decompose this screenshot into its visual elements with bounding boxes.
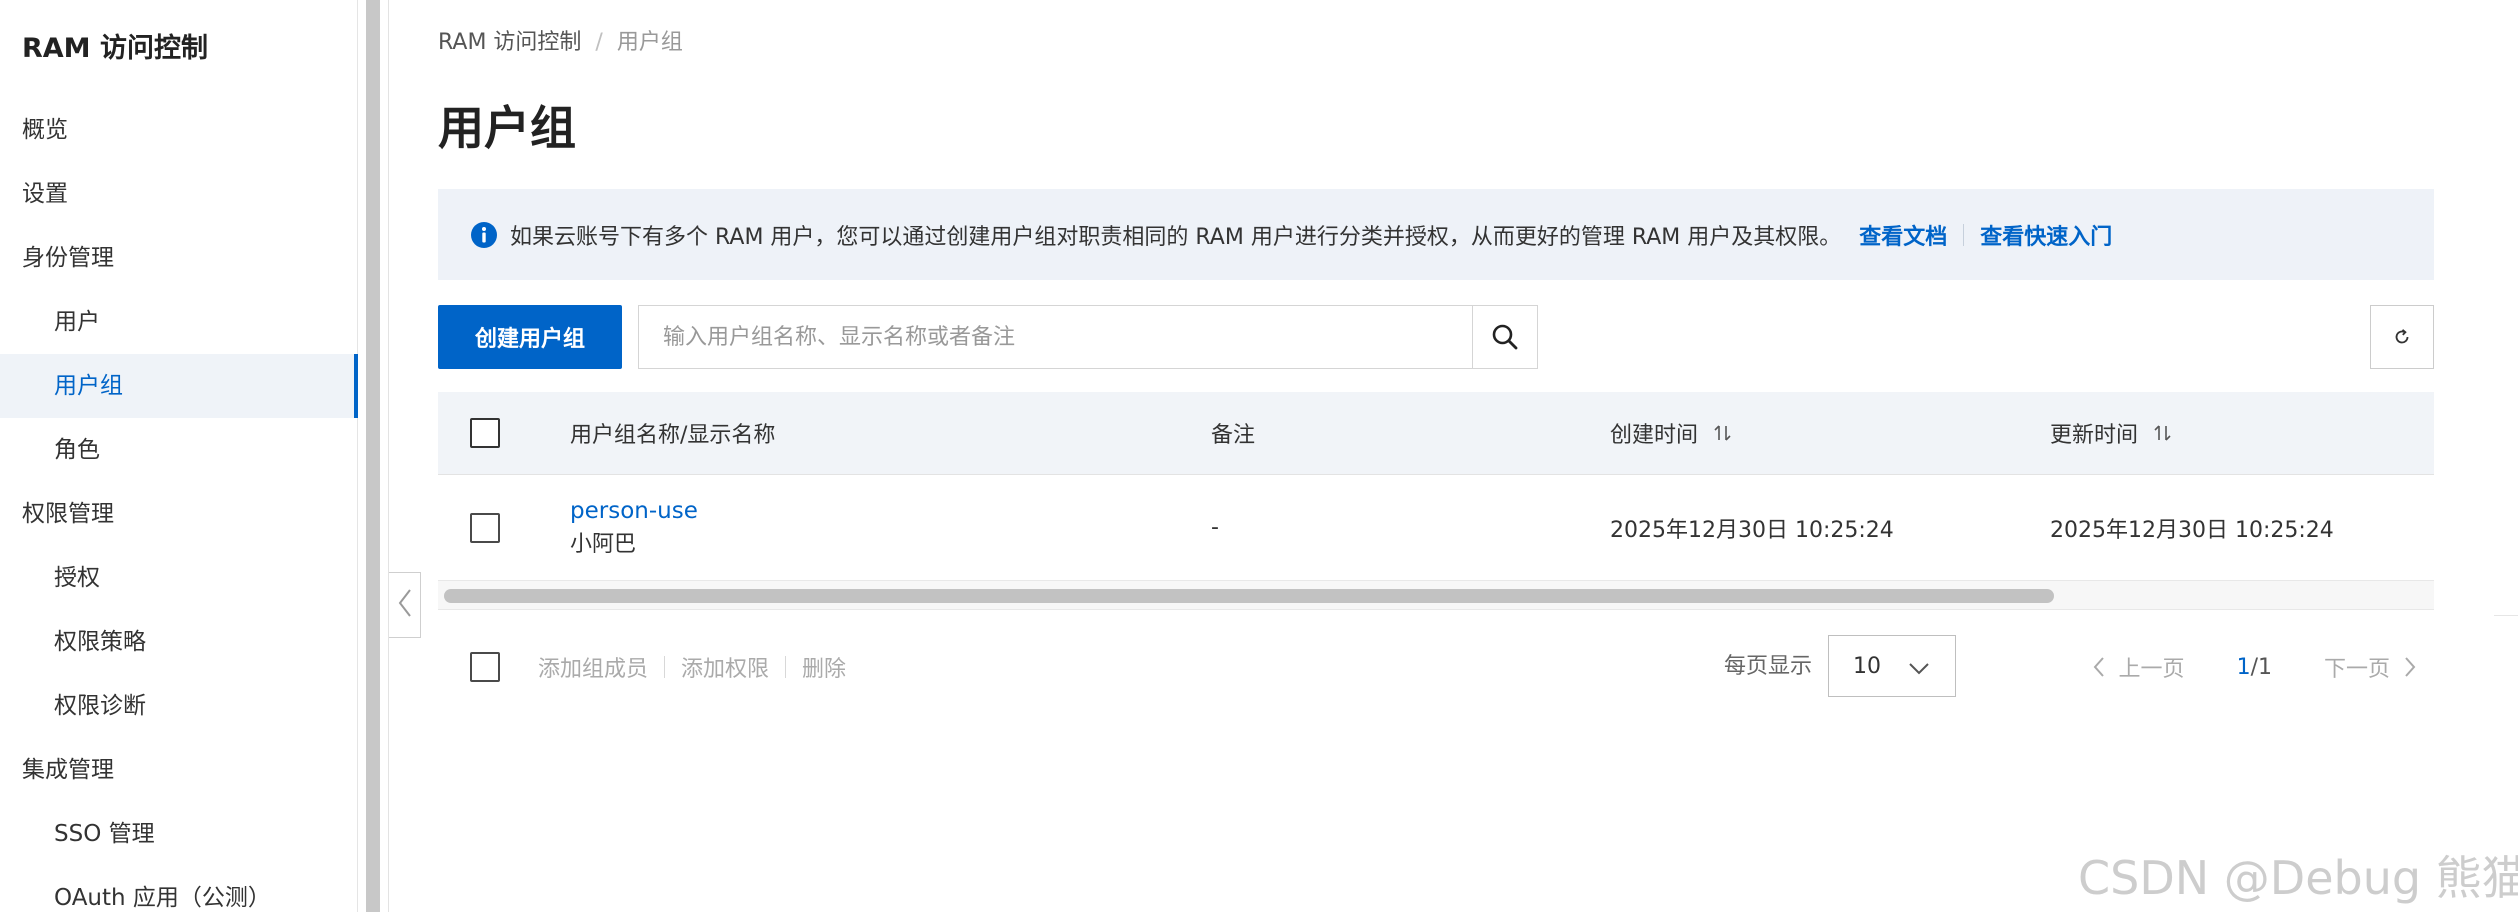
sidebar-item-identity-management[interactable]: 身份管理 — [0, 226, 358, 290]
chevron-down-icon — [1907, 658, 1931, 683]
content-divider — [388, 0, 389, 912]
page-size-select[interactable]: 10 — [1828, 635, 1956, 697]
sidebar-item-permission-management[interactable]: 权限管理 — [0, 482, 358, 546]
sort-icon[interactable] — [1712, 423, 1734, 443]
sidebar-item-sso[interactable]: SSO 管理 — [0, 802, 358, 866]
sidebar-item-integration-management[interactable]: 集成管理 — [0, 738, 358, 802]
search-button[interactable] — [1472, 305, 1538, 369]
row-checkbox[interactable] — [470, 512, 500, 543]
group-name-cell: person-use 小阿巴 — [570, 475, 698, 580]
breadcrumb-root[interactable]: RAM 访问控制 — [438, 30, 581, 55]
view-quickstart-link[interactable]: 查看快速入门 — [1980, 219, 2112, 251]
edge-divider — [2494, 615, 2518, 616]
breadcrumb-separator: / — [595, 30, 603, 55]
select-all-cell — [470, 392, 500, 474]
chevron-left-icon — [397, 587, 413, 623]
table-header: 用户组名称/显示名称 备注 创建时间 更新时间 — [438, 392, 2434, 475]
table-row: person-use 小阿巴 - 2025年12月30日 10:25:24 20… — [438, 475, 2434, 581]
group-created-time: 2025年12月30日 10:25:24 — [1610, 517, 1894, 543]
column-header-remark: 备注 — [1211, 423, 1256, 448]
add-permissions-button[interactable]: 添加权限 — [681, 651, 769, 683]
search-icon — [1490, 322, 1520, 352]
group-remark: - — [1211, 515, 1219, 540]
column-header-name: 用户组名称/显示名称 — [570, 423, 776, 448]
pagination: 上一页 1/1 下一页 — [2093, 634, 2434, 700]
horizontal-scrollbar[interactable] — [438, 581, 2434, 610]
sidebar-item-oauth-apps[interactable]: OAuth 应用（公测） — [0, 866, 358, 912]
sidebar-item-diagnostics[interactable]: 权限诊断 — [0, 674, 358, 738]
table-footer: 添加组成员 添加权限 删除 每页显示 10 上一页 1/1 下一页 — [438, 634, 2434, 700]
page-title: 用户组 — [438, 101, 576, 155]
column-header-updated-label: 更新时间 — [2050, 423, 2139, 448]
current-page: 1 — [2236, 654, 2251, 680]
group-name-link[interactable]: person-use — [570, 494, 698, 528]
toolbar: 创建用户组 — [438, 305, 2434, 369]
next-page-button[interactable]: 下一页 — [2324, 651, 2434, 683]
refresh-button[interactable] — [2370, 305, 2434, 369]
chevron-left-icon — [2093, 656, 2105, 678]
sidebar-item-policies[interactable]: 权限策略 — [0, 610, 358, 674]
breadcrumb-current: 用户组 — [616, 30, 683, 55]
create-user-group-button[interactable]: 创建用户组 — [438, 305, 622, 369]
column-header-created: 创建时间 — [1610, 392, 1734, 474]
page-size-label: 每页显示 — [1724, 654, 1813, 679]
notice-link-divider — [1963, 223, 1965, 246]
prev-page-button[interactable]: 上一页 — [2093, 651, 2185, 683]
view-docs-link[interactable]: 查看文档 — [1859, 219, 1947, 251]
main-content: RAM 访问控制 / 用户组 用户组 如果云账号下有多个 RAM 用户，您可以通过创… — [438, 0, 2434, 912]
row-select-cell — [470, 475, 500, 580]
batch-divider — [664, 656, 666, 678]
sidebar-item-settings[interactable]: 设置 — [0, 162, 358, 226]
chevron-right-icon — [2404, 656, 2416, 678]
sidebar-splitter[interactable] — [366, 0, 380, 912]
notice-text: 如果云账号下有多个 RAM 用户，您可以通过创建用户组对职责相同的 RAM 用户… — [510, 224, 1842, 250]
page-indicator: 1/1 — [2237, 655, 2272, 680]
group-display-name: 小阿巴 — [570, 531, 637, 557]
sidebar-title: RAM 访问控制 — [22, 33, 208, 64]
page-total: /1 — [2250, 654, 2272, 680]
delete-button[interactable]: 删除 — [802, 651, 846, 683]
user-group-table: 用户组名称/显示名称 备注 创建时间 更新时间 person-use 小阿巴 -… — [438, 392, 2434, 610]
next-page-label: 下一页 — [2323, 657, 2390, 682]
page-size-value: 10 — [1853, 653, 1881, 679]
info-notice: 如果云账号下有多个 RAM 用户，您可以通过创建用户组对职责相同的 RAM 用户… — [438, 189, 2434, 280]
ram-console-page: RAM 访问控制 概览 设置 身份管理 用户 用户组 角色 权限管理 授权 权限… — [0, 0, 2518, 912]
add-members-button[interactable]: 添加组成员 — [538, 651, 648, 683]
sidebar-item-users[interactable]: 用户 — [0, 290, 358, 354]
watermark: CSDN @Debug 熊猫 — [2078, 851, 2518, 905]
collapse-sidebar-button[interactable] — [389, 572, 421, 638]
sidebar-item-user-groups[interactable]: 用户组 — [0, 354, 358, 418]
sidebar-nav: 概览 设置 身份管理 用户 用户组 角色 权限管理 授权 权限策略 权限诊断 集… — [0, 98, 358, 912]
batch-divider — [785, 656, 787, 678]
prev-page-label: 上一页 — [2118, 657, 2185, 682]
breadcrumb: RAM 访问控制 / 用户组 — [438, 24, 683, 56]
sidebar: RAM 访问控制 概览 设置 身份管理 用户 用户组 角色 权限管理 授权 权限… — [0, 0, 358, 912]
sidebar-item-grants[interactable]: 授权 — [0, 546, 358, 610]
footer-select-all-checkbox[interactable] — [470, 652, 500, 682]
sort-icon[interactable] — [2152, 423, 2174, 443]
column-header-updated: 更新时间 — [2050, 392, 2174, 474]
group-updated-time: 2025年12月30日 10:25:24 — [2050, 517, 2334, 543]
batch-actions: 添加组成员 添加权限 删除 — [538, 634, 846, 700]
refresh-icon — [2392, 327, 2412, 347]
column-header-created-label: 创建时间 — [1610, 423, 1699, 448]
sidebar-item-roles[interactable]: 角色 — [0, 418, 358, 482]
scrollbar-thumb[interactable] — [444, 589, 2054, 603]
select-all-checkbox[interactable] — [470, 418, 500, 448]
search-input[interactable] — [638, 305, 1472, 369]
sidebar-item-overview[interactable]: 概览 — [0, 98, 358, 162]
info-icon — [470, 221, 498, 249]
